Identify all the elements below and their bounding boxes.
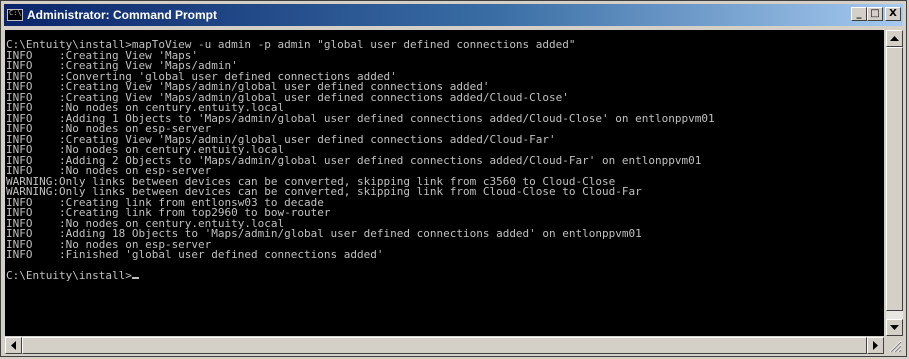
scroll-up-button[interactable] (886, 30, 903, 47)
console-app-icon[interactable]: C:\ (7, 9, 23, 21)
title-bar[interactable]: C:\ Administrator: Command Prompt _ □ X (4, 4, 903, 26)
caption-buttons: _ □ X (851, 7, 901, 21)
close-icon: X (889, 8, 897, 19)
text-cursor (131, 277, 139, 279)
horizontal-scroll-thumb[interactable] (22, 337, 867, 354)
resize-grip[interactable] (886, 337, 903, 354)
maximize-icon: □ (870, 8, 880, 19)
console-output[interactable]: C:\Entuity\install>mapToView -u admin -p… (5, 30, 884, 336)
window-title: Administrator: Command Prompt (27, 8, 218, 22)
minimize-button[interactable]: _ (851, 7, 867, 21)
scroll-left-button[interactable] (5, 337, 22, 354)
scroll-right-button[interactable] (867, 337, 884, 354)
scroll-down-button[interactable] (886, 319, 903, 336)
arrow-down-icon (890, 324, 899, 330)
console-line: INFO :Finished 'global user defined conn… (6, 248, 384, 261)
console-line: C:\Entuity\install> (6, 270, 884, 282)
console-text: C:\Entuity\install>mapToView -u admin -p… (5, 30, 884, 282)
app-icon-label: C:\ (9, 9, 22, 17)
arrow-right-icon (872, 341, 878, 350)
arrow-left-icon (10, 341, 16, 350)
resize-grip-icon (889, 340, 902, 353)
maximize-button[interactable]: □ (867, 7, 883, 21)
vertical-scrollbar[interactable] (886, 30, 903, 336)
arrow-up-icon (890, 35, 899, 41)
close-button[interactable]: X (885, 7, 901, 21)
horizontal-scrollbar[interactable] (5, 337, 884, 354)
command-prompt-window: C:\ Administrator: Command Prompt _ □ X … (0, 0, 907, 357)
minimize-icon: _ (856, 8, 862, 19)
vertical-scroll-thumb[interactable] (886, 47, 903, 311)
